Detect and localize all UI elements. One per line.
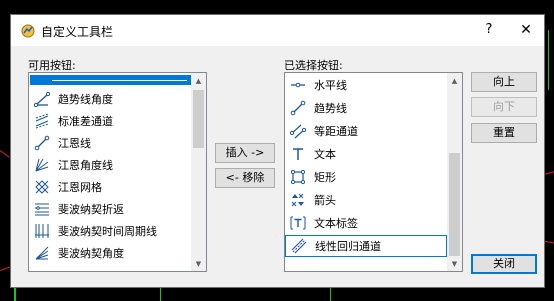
list-item-label: 斐波纳契折返 [58,203,124,216]
list-item-label: 趋势线角度 [58,93,113,106]
list-item[interactable]: 江恩线 [29,132,191,154]
available-buttons-label: 可用按钮: [28,59,76,72]
list-item[interactable]: 趋势线角度 [29,88,191,110]
list-item[interactable]: 趋势线 [285,97,447,119]
selected-buttons-list[interactable]: 水平线 趋势线 等距通道 文本 矩形 箭头 文本标签 线性回归通道 ▲ ▼ [284,72,463,272]
list-item[interactable]: 江恩网格 [29,176,191,198]
list-item-label: 等距通道 [314,125,358,138]
move-down-button[interactable]: 向下 [471,97,537,117]
available-buttons-list[interactable]: 趋势线角度 标准差通道 江恩线 江恩角度线 江恩网格 斐波纳契折返 斐波纳契时间… [28,72,207,272]
close-window-button[interactable]: ✕ [514,20,538,40]
background-candle [330,288,331,301]
scroll-up-arrow-icon[interactable]: ▲ [191,73,206,88]
text-label-icon [289,214,307,232]
reset-button[interactable]: 重置 [471,123,537,143]
customize-toolbar-dialog: 自定义工具栏 ? ✕ 可用按钮: 趋势线角度 标准差通道 江恩线 江恩角度线 江… [10,14,545,288]
scroll-down-arrow-icon[interactable]: ▼ [447,256,462,271]
move-up-button[interactable]: 向上 [471,72,537,92]
scroll-thumb[interactable] [193,90,204,148]
list-item-label: 江恩线 [58,137,91,150]
list-item-label: 斐波纳契角度 [58,247,124,260]
remove-button[interactable]: <- 移除 [215,168,275,188]
regression-channel-icon [290,237,308,255]
horizontal-line-icon [289,76,307,94]
list-item-label: 斐波纳契时间周期线 [58,225,157,238]
list-item-label: 线性回归通道 [315,240,381,253]
title-bar: 自定义工具栏 ? ✕ [11,15,544,46]
list-item[interactable]: 标准差通道 [29,110,191,132]
window-title: 自定义工具栏 [41,25,114,39]
list-item-label: 矩形 [314,171,336,184]
scroll-up-arrow-icon[interactable]: ▲ [447,73,462,88]
rectangle-icon [289,168,307,186]
list-item[interactable]: 斐波纳契折返 [29,198,191,220]
arrows-icon [289,191,307,209]
available-list-scrollbar[interactable]: ▲ ▼ [191,73,206,271]
list-item[interactable]: 矩形 [285,166,447,188]
list-item-focused[interactable]: 线性回归通道 [285,235,447,257]
fibo-timezones-icon [33,222,51,240]
gann-line-icon [33,134,51,152]
scroll-thumb[interactable] [449,153,460,256]
list-item[interactable]: 江恩角度线 [29,154,191,176]
selected-buttons-label: 已选择按钮: [284,59,343,72]
list-item[interactable]: 水平线 [285,74,447,96]
list-item[interactable]: 等距通道 [285,120,447,142]
fibo-fan-icon [33,244,51,262]
trendline-angle-icon [33,90,51,108]
selected-list-scrollbar[interactable]: ▲ ▼ [447,73,462,271]
list-item[interactable]: 斐波纳契时间周期线 [29,220,191,242]
list-item[interactable]: 箭头 [285,189,447,211]
list-item-label: 文本标签 [314,217,358,230]
help-button[interactable]: ? [477,20,501,40]
list-item[interactable]: 斐波纳契角度 [29,242,191,264]
list-item[interactable]: 文本标签 [285,212,447,234]
gann-grid-icon [33,178,51,196]
list-item-label: 标准差通道 [58,115,113,128]
background-candle [160,288,161,301]
insert-button[interactable]: 插入 -> [215,143,275,163]
fibo-retracement-icon [33,200,51,218]
text-icon [289,145,307,163]
list-item-label: 文本 [314,148,336,161]
app-icon [21,24,35,38]
list-item[interactable]: 文本 [285,143,447,165]
list-item-label: 水平线 [314,79,347,92]
stddev-channel-icon [33,112,51,130]
gann-fan-icon [33,156,51,174]
list-item-label: 趋势线 [314,102,347,115]
background-candle [548,30,549,90]
list-item-separator[interactable] [30,75,192,85]
scroll-down-arrow-icon[interactable]: ▼ [191,256,206,271]
equidistant-channel-icon [289,122,307,140]
close-button[interactable]: 关闭 [471,254,537,274]
list-item-label: 江恩网格 [58,181,102,194]
separator-line-icon [52,79,187,81]
background-candle [14,288,16,301]
list-item-label: 箭头 [314,194,336,207]
list-item-label: 江恩角度线 [58,159,113,172]
background-chart-line [0,150,10,158]
trendline-icon [289,99,307,117]
